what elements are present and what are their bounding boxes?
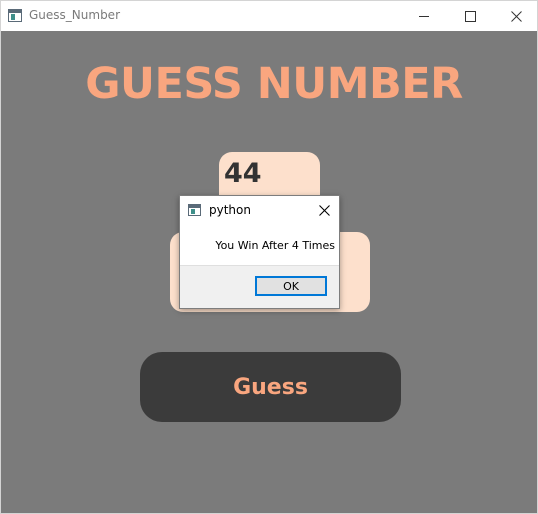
- close-button[interactable]: [493, 1, 538, 31]
- page-title: GUESS NUMBER: [85, 59, 463, 109]
- maximize-button[interactable]: [447, 1, 493, 31]
- close-icon: [318, 204, 330, 216]
- window-app-icon: [8, 9, 22, 22]
- window-title: Guess_Number: [29, 8, 120, 22]
- guess-button-label: Guess: [233, 374, 308, 400]
- guess-input-value: 44: [224, 158, 262, 189]
- close-icon: [510, 10, 522, 22]
- main-window: Guess_Number GUESS NUMBER 44 Guess pytho…: [0, 0, 538, 514]
- message-dialog: python You Win After 4 Times OK: [179, 195, 340, 309]
- dialog-title: python: [209, 203, 251, 217]
- dialog-app-icon: [188, 204, 201, 216]
- maximize-icon: [464, 10, 476, 22]
- guess-button[interactable]: Guess: [140, 352, 401, 422]
- dialog-close-button[interactable]: [312, 198, 336, 222]
- title-bar[interactable]: Guess_Number: [1, 1, 537, 31]
- minimize-button[interactable]: [401, 1, 447, 31]
- dialog-message: You Win After 4 Times: [215, 239, 335, 252]
- minimize-icon: [419, 15, 429, 17]
- ok-button[interactable]: OK: [255, 276, 327, 296]
- dialog-footer: OK: [180, 265, 339, 308]
